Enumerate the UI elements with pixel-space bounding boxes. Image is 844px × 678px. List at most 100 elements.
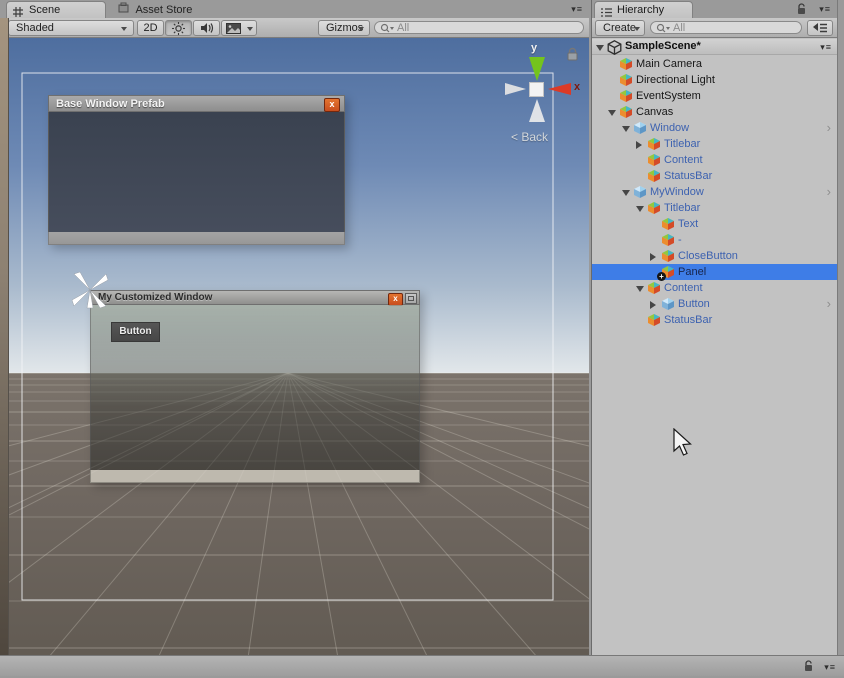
hierarchy-panel-menu-icon[interactable]: ▾≡ <box>819 4 831 15</box>
foldout-open-icon[interactable] <box>622 190 630 196</box>
gameobject-cube-icon <box>647 201 661 215</box>
foldout-closed-icon[interactable] <box>636 141 642 149</box>
unity-editor: { "colors":{ "selection":"#3e7de7", "ui_… <box>0 0 844 676</box>
foldout-closed-icon[interactable] <box>650 301 656 309</box>
ui-prefab-cube-icon <box>633 185 647 199</box>
foldout-open-icon[interactable] <box>636 206 644 212</box>
gizmos-dropdown[interactable]: Gizmos <box>318 20 370 36</box>
scene-tab-strip: Scene Asset Store ▾≡ <box>0 0 589 19</box>
hierarchy-item-statusbar[interactable]: StatusBar <box>592 312 837 328</box>
hierarchy-item-content[interactable]: Content <box>592 152 837 168</box>
axis-bottom-cone[interactable] <box>529 99 545 122</box>
tab-asset-store[interactable]: Asset Store <box>118 2 192 18</box>
scene-search-value: All <box>397 22 409 34</box>
scene-search-input[interactable]: All <box>374 21 584 34</box>
statusbar-menu-icon[interactable]: ▾≡ <box>824 662 836 673</box>
gameobject-cube-icon <box>647 137 661 151</box>
scene-panel-menu-icon[interactable]: ▾≡ <box>571 4 583 15</box>
scene-viewport[interactable]: Base Window Prefab x My Customized Windo… <box>8 38 589 655</box>
hierarchy-item-text[interactable]: Text <box>592 216 837 232</box>
gameobject-cube-icon <box>661 217 675 231</box>
scene-lighting-toggle[interactable] <box>165 20 192 36</box>
foldout-open-icon[interactable] <box>608 110 616 116</box>
left-edge-strip <box>0 18 9 655</box>
scene-effects-dropdown[interactable] <box>221 20 257 36</box>
foldout-open-icon[interactable] <box>622 126 630 132</box>
hierarchy-item-statusbar[interactable]: StatusBar <box>592 168 837 184</box>
axis-center-handle[interactable] <box>529 82 544 97</box>
hierarchy-item-mywindow[interactable]: MyWindow› <box>592 184 837 200</box>
tab-scene[interactable]: Scene <box>6 1 106 18</box>
hierarchy-item-label: Directional Light <box>636 74 715 86</box>
hierarchy-item-panel[interactable]: +Panel <box>592 264 837 280</box>
ui-button[interactable]: Button <box>111 322 160 342</box>
gameobject-cube-icon <box>619 73 633 87</box>
custom-window-content: Button <box>90 305 420 470</box>
create-button-label: Create <box>603 22 636 34</box>
hierarchy-item-closebutton[interactable]: CloseButton <box>592 248 837 264</box>
rect-anchor-gizmo-icon[interactable] <box>70 270 110 310</box>
mouse-cursor <box>673 428 695 458</box>
base-window-close-button[interactable]: x <box>324 98 340 112</box>
hierarchy-item-window[interactable]: Window › <box>592 120 837 136</box>
hierarchy-item-content[interactable]: Content <box>592 280 837 296</box>
custom-window-panel-button[interactable] <box>405 293 417 304</box>
gameobject-cube-icon: + <box>661 265 675 279</box>
lock-icon[interactable] <box>566 47 579 67</box>
shading-mode-dropdown[interactable]: Shaded <box>8 20 134 36</box>
scene-audio-toggle[interactable] <box>193 20 220 36</box>
hierarchy-item-directional-light[interactable]: Directional Light <box>592 72 837 88</box>
foldout-closed-icon[interactable] <box>650 253 656 261</box>
base-window-titlebar[interactable]: Base Window Prefab x <box>48 95 345 112</box>
sort-icon <box>812 22 828 34</box>
custom-window-titlebar[interactable]: My Customized Window x <box>90 290 420 305</box>
hierarchy-search-input[interactable]: All <box>650 21 802 34</box>
hierarchy-item-label: Content <box>664 154 703 166</box>
hierarchy-toolbar: Create All <box>592 18 837 38</box>
gameobject-cube-icon <box>647 153 661 167</box>
hierarchy-item-label: Titlebar <box>664 202 700 214</box>
scene-header-row[interactable]: SampleScene* ▾≡ <box>592 39 837 55</box>
hierarchy-item-label: Panel <box>678 266 706 278</box>
hierarchy-panel: Hierarchy ▾≡ Create All <box>591 0 838 655</box>
shading-mode-label: Shaded <box>16 22 54 34</box>
hierarchy-item-main-camera[interactable]: Main Camera <box>592 56 837 72</box>
axis-left-cone[interactable] <box>505 83 526 95</box>
hierarchy-item-label: Text <box>678 218 698 230</box>
sun-icon <box>172 22 185 35</box>
speaker-icon <box>200 22 214 34</box>
view-direction-label[interactable]: < Back <box>511 130 548 144</box>
axis-y-cone[interactable] <box>529 57 545 81</box>
base-window-statusbar <box>48 232 345 245</box>
hierarchy-item-titlebar[interactable]: Titlebar <box>592 200 837 216</box>
tab-hierarchy[interactable]: Hierarchy <box>594 1 693 18</box>
children-chevron-icon[interactable]: › <box>827 296 831 311</box>
base-window-prefab[interactable]: Base Window Prefab x <box>48 95 345 245</box>
hierarchy-item-label: Window <box>650 122 689 134</box>
hierarchy-item-eventsystem[interactable]: EventSystem <box>592 88 837 104</box>
base-window-title: Base Window Prefab <box>56 98 165 110</box>
foldout-open-icon[interactable] <box>636 286 644 292</box>
axis-y-label: y <box>531 42 537 54</box>
hierarchy-item-button[interactable]: Button› <box>592 296 837 312</box>
axis-x-cone[interactable] <box>548 83 571 95</box>
scene-row-menu-icon[interactable]: ▾≡ <box>820 42 832 53</box>
create-button[interactable]: Create <box>595 20 645 36</box>
hierarchy-item-label: StatusBar <box>664 170 712 182</box>
unlock-icon[interactable] <box>803 660 814 678</box>
sort-toggle-button[interactable] <box>807 20 833 36</box>
my-customized-window[interactable]: My Customized Window x Button <box>90 290 420 483</box>
children-chevron-icon[interactable]: › <box>827 120 831 135</box>
hierarchy-item-dash[interactable]: - <box>592 232 837 248</box>
foldout-open-icon[interactable] <box>596 45 604 51</box>
hierarchy-item-canvas[interactable]: Canvas <box>592 104 837 120</box>
children-chevron-icon[interactable]: › <box>827 184 831 199</box>
gameobject-cube-icon <box>647 169 661 183</box>
2d-toggle-button[interactable]: 2D <box>137 20 164 36</box>
tab-asset-store-label: Asset Store <box>135 4 192 16</box>
hierarchy-item-titlebar[interactable]: Titlebar <box>592 136 837 152</box>
hierarchy-item-label: StatusBar <box>664 314 712 326</box>
ui-prefab-cube-icon <box>661 297 675 311</box>
chevron-down-icon <box>634 27 640 31</box>
scene-panel: Scene Asset Store ▾≡ Shaded 2D <box>0 0 589 655</box>
